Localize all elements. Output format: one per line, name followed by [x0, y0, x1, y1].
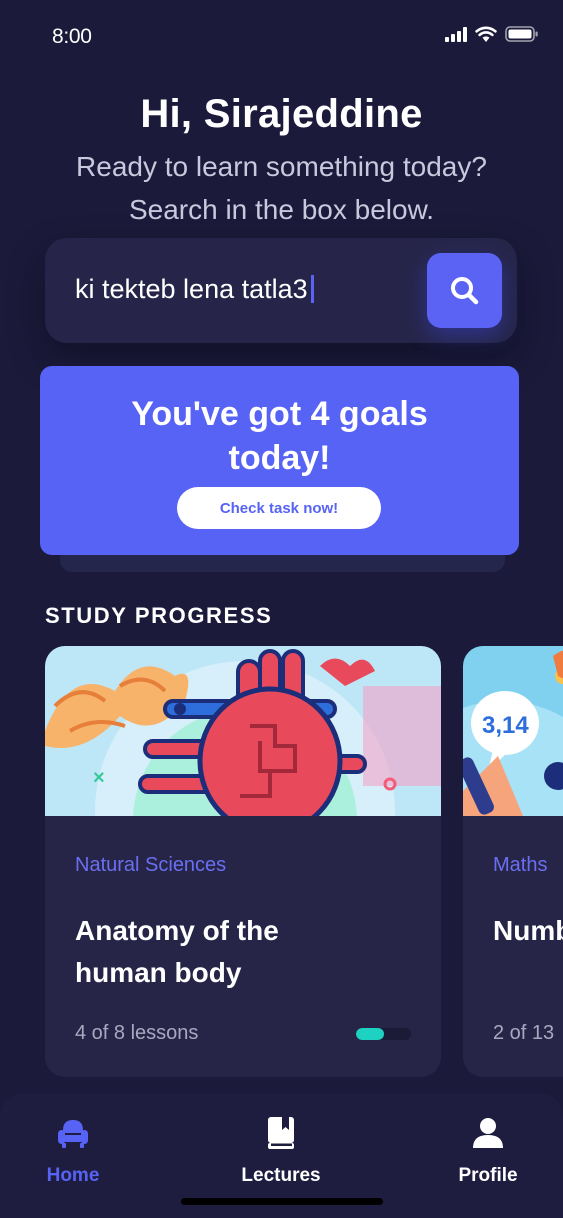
- course-card[interactable]: × Natural Sciences Anatomy of the human …: [45, 646, 441, 1077]
- home-screen: 8:00 Hi, Sirajeddine Ready to learn some…: [0, 0, 563, 1218]
- search-box[interactable]: ki tekteb lena tatla3: [45, 238, 517, 343]
- nav-label-home: Home: [46, 1165, 100, 1186]
- study-progress-title: STUDY PROGRESS: [45, 603, 273, 628]
- nav-item-profile[interactable]: Profile: [428, 1113, 548, 1187]
- search-button[interactable]: [427, 253, 502, 328]
- status-icons: [445, 26, 539, 42]
- course-lessons-count: 2 of 13: [493, 1022, 555, 1044]
- book-icon: [268, 1117, 294, 1149]
- course-category: Maths: [493, 854, 548, 876]
- goals-banner-title: You've got 4 goals today!: [131, 395, 428, 477]
- course-title: Anatomy of the human body: [75, 915, 279, 988]
- armchair-icon: [58, 1120, 88, 1148]
- home-indicator: [181, 1198, 383, 1205]
- nav-item-lectures[interactable]: Lectures: [221, 1113, 341, 1187]
- anatomy-illustration: ×: [45, 646, 441, 816]
- nav-label-profile: Profile: [458, 1165, 518, 1186]
- svg-text:3,14: 3,14: [482, 712, 529, 739]
- maths-illustration: 3,14: [463, 646, 563, 816]
- greeting-subtitle: Ready to learn something today? Search i…: [0, 145, 563, 231]
- course-category: Natural Sciences: [75, 854, 227, 876]
- subtitle-line-2: Search in the box below.: [128, 194, 435, 225]
- battery-icon: [505, 26, 538, 42]
- search-input-value: ki tekteb lena tatla3: [75, 274, 308, 304]
- nav-label-lectures: Lectures: [241, 1165, 321, 1186]
- svg-text:×: ×: [93, 767, 105, 789]
- course-title: Numb: [493, 915, 563, 946]
- goals-banner: You've got 4 goals today! Check task now…: [40, 366, 519, 555]
- check-task-button[interactable]: Check task now!: [177, 487, 381, 529]
- wifi-icon: [475, 26, 497, 42]
- nav-item-home[interactable]: Home: [13, 1113, 133, 1187]
- person-icon: [473, 1118, 503, 1148]
- cellular-signal-icon: [445, 26, 467, 42]
- search-input[interactable]: ki tekteb lena tatla3: [75, 274, 314, 305]
- course-progress-fill: [356, 1028, 384, 1040]
- course-card[interactable]: 3,14 Maths Numb 2 of 13: [463, 646, 563, 1077]
- text-caret: [310, 275, 314, 303]
- subtitle-line-1: Ready to learn something today?: [76, 151, 487, 182]
- status-time: 8:00: [52, 25, 92, 48]
- course-lessons-count: 4 of 8 lessons: [75, 1022, 199, 1044]
- search-icon: [450, 276, 478, 304]
- greeting-title: Hi, Sirajeddine: [140, 92, 423, 136]
- course-progress-bar: [356, 1028, 411, 1040]
